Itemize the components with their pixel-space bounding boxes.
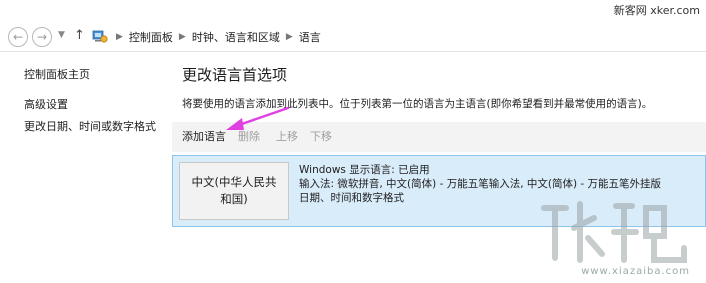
recent-pages-chevron-icon[interactable]: ▼ — [58, 30, 65, 40]
watermark-url: www.xiazaiba.com — [581, 266, 690, 277]
up-arrow-icon: ↑ — [74, 28, 85, 43]
control-panel-icon — [92, 30, 108, 43]
annotation-arrow-icon — [226, 106, 290, 130]
sidebar-item-change-date-time-format[interactable]: 更改日期、时间或数字格式 — [24, 118, 156, 134]
up-button[interactable]: ↑ — [74, 28, 85, 43]
back-button[interactable]: ← — [8, 27, 28, 47]
title-bar: 新客网 xker.com — [0, 0, 706, 22]
breadcrumb-separator-icon[interactable]: ▶ — [179, 32, 186, 42]
sidebar-item-advanced-settings[interactable]: 高级设置 — [24, 96, 68, 112]
watermark-logo-icon — [541, 201, 687, 263]
watermark-top-text: 新客网 xker.com — [613, 4, 700, 17]
breadcrumb-separator-icon[interactable]: ▶ — [116, 32, 123, 42]
breadcrumb-item-control-panel[interactable]: 控制面板 — [129, 29, 173, 45]
language-display-status: Windows 显示语言: 已启用 — [299, 164, 430, 176]
breadcrumb-item-language[interactable]: 语言 — [299, 29, 321, 45]
back-arrow-icon: ← — [12, 30, 24, 44]
language-name: 中文(中华人民共和国) — [191, 175, 277, 206]
forward-arrow-icon: → — [36, 30, 48, 44]
language-tile[interactable]: 中文(中华人民共和国) — [179, 162, 289, 220]
address-bar-row: ← → ▼ ↑ ▶ 控制面板 ▶ 时钟、语言和区域 ▶ 语言 — [0, 22, 706, 52]
breadcrumb: ▶ 控制面板 ▶ 时钟、语言和区域 ▶ 语言 — [110, 22, 321, 52]
move-down-button[interactable]: 下移 — [310, 122, 332, 152]
forward-button[interactable]: → — [32, 27, 52, 47]
sidebar-item-control-panel-home[interactable]: 控制面板主页 — [24, 66, 90, 82]
add-language-button[interactable]: 添加语言 — [182, 122, 226, 152]
breadcrumb-separator-icon[interactable]: ▶ — [286, 32, 293, 42]
page-title: 更改语言首选项 — [182, 66, 288, 84]
breadcrumb-item-clock-language-region[interactable]: 时钟、语言和区域 — [192, 29, 280, 45]
